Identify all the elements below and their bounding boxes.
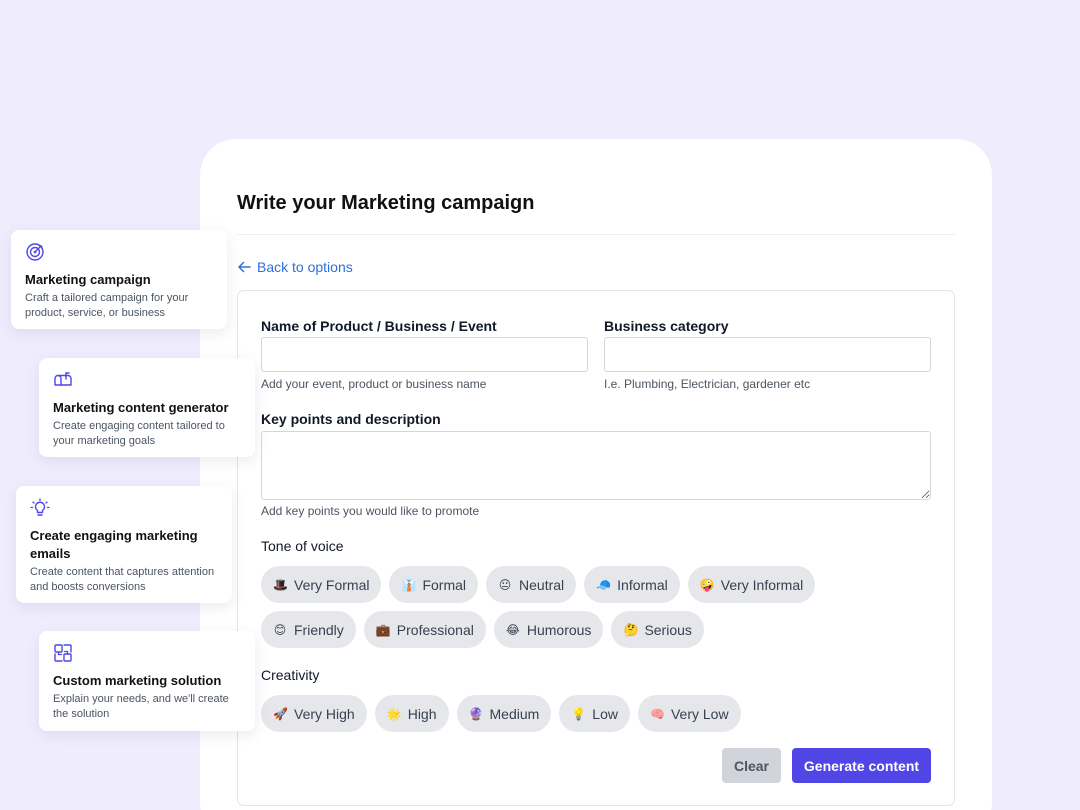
card-title: Create engaging marketing emails [30, 528, 198, 561]
card-title: Marketing campaign [25, 272, 151, 287]
creativity-label: Creativity [261, 667, 320, 683]
target-icon [26, 243, 44, 261]
tone-row-1: 🎩 Very Formal 👔 Formal 😐 Neutral 🧢 Informal … [261, 566, 816, 603]
card-title: Marketing content generator [53, 400, 229, 415]
thinking-face-icon: 🤔 [623, 622, 639, 637]
chip-label: Formal [422, 576, 467, 593]
lightbulb-icon [30, 498, 50, 516]
chip-label: Very High [294, 705, 355, 722]
chip-label: Very Formal [294, 576, 370, 593]
puzzle-icon [54, 644, 72, 662]
chip-label: Friendly [294, 621, 344, 638]
brain-icon: 🧠 [649, 706, 665, 721]
business-category-label: Business category [604, 318, 729, 334]
product-name-help: Add your event, product or business name [261, 377, 487, 391]
option-card-marketing-emails[interactable]: Create engaging marketing emails Create … [16, 486, 232, 603]
tone-chip-humorous[interactable]: 😂 Humorous [493, 611, 604, 648]
tone-chip-very-formal[interactable]: 🎩 Very Formal [261, 566, 382, 603]
chip-label: Very Informal [720, 576, 804, 593]
tone-of-voice-label: Tone of voice [261, 538, 344, 554]
option-card-marketing-campaign[interactable]: Marketing campaign Craft a tailored camp… [11, 230, 227, 329]
cap-icon: 🧢 [596, 577, 612, 592]
tone-chip-neutral[interactable]: 😐 Neutral [486, 566, 577, 603]
mailbox-icon [54, 372, 72, 386]
chip-label: Serious [644, 621, 692, 638]
tone-chip-serious[interactable]: 🤔 Serious [611, 611, 704, 648]
chip-label: High [407, 705, 437, 722]
tone-chip-very-informal[interactable]: 🤪 Very Informal [687, 566, 816, 603]
key-points-textarea[interactable] [261, 431, 931, 500]
necktie-icon: 👔 [401, 577, 417, 592]
tone-row-2: 😊 Friendly 💼 Professional 😂 Humorous 🤔 Serio… [261, 611, 704, 648]
star-icon: 🌟 [386, 706, 402, 721]
option-card-content-generator[interactable]: Marketing content generator Create engag… [39, 358, 255, 457]
lightbulb-icon: 💡 [571, 706, 587, 721]
tone-chip-friendly[interactable]: 😊 Friendly [261, 611, 356, 648]
creativity-chip-low[interactable]: 💡 Low [559, 695, 630, 732]
tone-chip-informal[interactable]: 🧢 Informal [584, 566, 680, 603]
creativity-chip-medium[interactable]: 🔮 Medium [456, 695, 552, 732]
option-card-custom-solution[interactable]: Custom marketing solution Explain your n… [39, 631, 255, 731]
chip-label: Professional [396, 621, 474, 638]
page-title: Write your Marketing campaign [237, 192, 535, 214]
clear-button[interactable]: Clear [722, 748, 781, 783]
divider [237, 234, 955, 235]
chip-label: Medium [489, 705, 540, 722]
key-points-label: Key points and description [261, 411, 441, 427]
card-description: Explain your needs, and we'll create the… [53, 693, 229, 720]
main-panel: Write your Marketing campaign Back to op… [200, 139, 992, 810]
chip-label: Humorous [526, 621, 592, 638]
chip-label: Very Low [670, 705, 729, 722]
generate-content-button[interactable]: Generate content [792, 748, 931, 783]
creativity-chip-high[interactable]: 🌟 High [374, 695, 449, 732]
creativity-row: 🚀 Very High 🌟 High 🔮 Medium 💡 Low 🧠 Very Low [261, 695, 741, 732]
card-description: Create content that captures attention a… [30, 566, 215, 593]
crystal-ball-icon: 🔮 [468, 706, 484, 721]
tone-chip-professional[interactable]: 💼 Professional [363, 611, 486, 648]
back-link-label: Back to options [257, 259, 353, 275]
neutral-face-icon: 😐 [498, 577, 512, 592]
briefcase-icon: 💼 [375, 622, 391, 637]
tone-chip-formal[interactable]: 👔 Formal [389, 566, 479, 603]
product-name-label: Name of Product / Business / Event [261, 318, 497, 334]
laughing-face-icon: 😂 [505, 622, 520, 637]
back-to-options-link[interactable]: Back to options [237, 259, 353, 275]
product-name-input[interactable] [261, 337, 588, 372]
creativity-chip-very-low[interactable]: 🧠 Very Low [637, 695, 741, 732]
chip-label: Low [592, 705, 618, 722]
chip-label: Neutral [519, 576, 565, 593]
zany-face-icon: 🤪 [699, 577, 715, 592]
top-hat-icon: 🎩 [273, 577, 288, 592]
creativity-chip-very-high[interactable]: 🚀 Very High [261, 695, 367, 732]
business-category-input[interactable] [604, 337, 931, 372]
card-title: Custom marketing solution [53, 673, 222, 688]
chip-label: Informal [617, 576, 668, 593]
arrow-left-icon [238, 261, 251, 273]
campaign-form: Name of Product / Business / Event Add y… [237, 290, 955, 806]
rocket-icon: 🚀 [273, 706, 288, 721]
smiling-face-icon: 😊 [273, 622, 287, 637]
key-points-help: Add key points you would like to promote [261, 504, 480, 518]
business-category-help: I.e. Plumbing, Electrician, gardener etc [604, 377, 811, 391]
card-description: Craft a tailored campaign for your produ… [25, 292, 189, 319]
card-description: Create engaging content tailored to your… [53, 420, 225, 447]
